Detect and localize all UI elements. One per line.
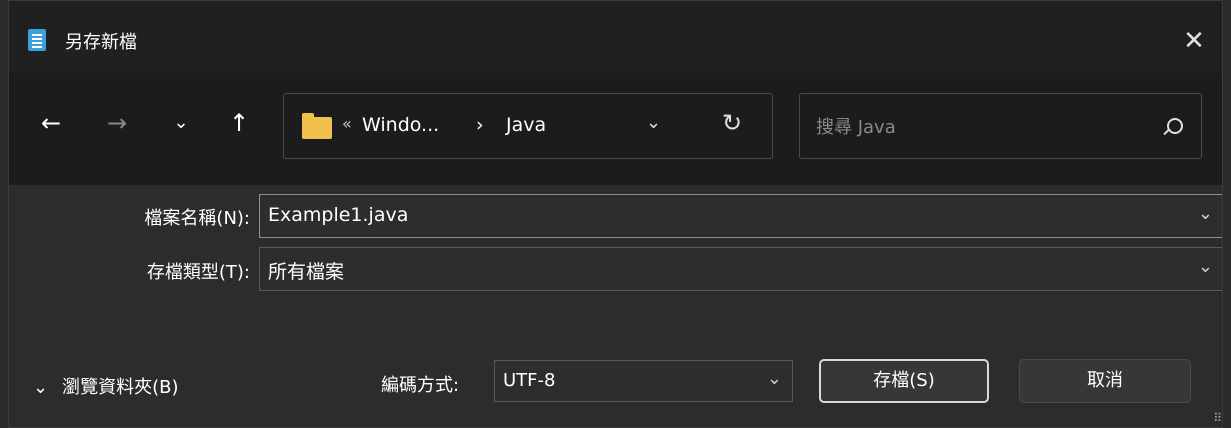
forward-arrow-icon[interactable]: → — [97, 103, 137, 143]
folder-icon — [302, 113, 332, 139]
recent-locations-chevron-icon[interactable]: ⌄ — [161, 103, 201, 143]
browse-folders-label: 瀏覽資料夾(B) — [62, 377, 179, 398]
address-segment-windows[interactable]: Windo... — [362, 114, 439, 136]
navigation-bar: ← → ⌄ ↑ « Windo... › Java ⌄ ↻ — [9, 73, 1222, 185]
address-overflow-icon[interactable]: « — [342, 114, 352, 133]
save-as-dialog: 另存新檔 ✕ ← → ⌄ ↑ « Windo... › Java ⌄ ↻ 檔案名… — [8, 0, 1223, 428]
search-box[interactable] — [799, 93, 1202, 159]
address-segment-java[interactable]: Java — [506, 114, 546, 136]
filename-value[interactable]: Example1.java — [268, 204, 408, 226]
filetype-combobox[interactable]: 所有檔案 ⌄ — [259, 247, 1222, 291]
search-input[interactable] — [814, 112, 1158, 142]
chevron-down-icon[interactable]: ⌄ — [767, 368, 782, 389]
window-title: 另存新檔 — [65, 32, 137, 53]
encoding-select[interactable]: UTF-8 ⌄ — [494, 360, 793, 402]
search-icon[interactable] — [1167, 118, 1183, 134]
filetype-value: 所有檔案 — [268, 261, 345, 283]
encoding-label: 編碼方式: — [381, 375, 460, 396]
chevron-down-icon: ⌄ — [33, 377, 49, 398]
title-bar: 另存新檔 ✕ — [9, 1, 1222, 73]
address-separator-icon[interactable]: › — [476, 114, 484, 136]
filename-combobox[interactable]: Example1.java ⌄ — [259, 194, 1222, 238]
chevron-down-icon[interactable]: ⌄ — [1198, 256, 1213, 277]
up-arrow-icon[interactable]: ↑ — [219, 103, 259, 143]
filetype-label: 存檔類型(T): — [146, 262, 250, 283]
close-icon[interactable]: ✕ — [1176, 23, 1212, 59]
back-arrow-icon[interactable]: ← — [31, 103, 71, 143]
filename-label: 檔案名稱(N): — [144, 208, 250, 229]
notepad-icon — [28, 29, 46, 51]
save-button[interactable]: 存檔(S) — [819, 359, 989, 403]
chevron-down-icon[interactable]: ⌄ — [1198, 203, 1213, 224]
cancel-button[interactable]: 取消 — [1019, 359, 1191, 403]
resize-grip-icon[interactable]: ⠿ — [1213, 411, 1222, 425]
address-dropdown-icon[interactable]: ⌄ — [646, 112, 661, 133]
refresh-icon[interactable]: ↻ — [722, 109, 742, 137]
encoding-value: UTF-8 — [503, 370, 556, 391]
address-bar[interactable]: « Windo... › Java ⌄ ↻ — [283, 93, 773, 159]
browse-folders-toggle[interactable]: ⌄ 瀏覽資料夾(B) — [33, 373, 179, 399]
